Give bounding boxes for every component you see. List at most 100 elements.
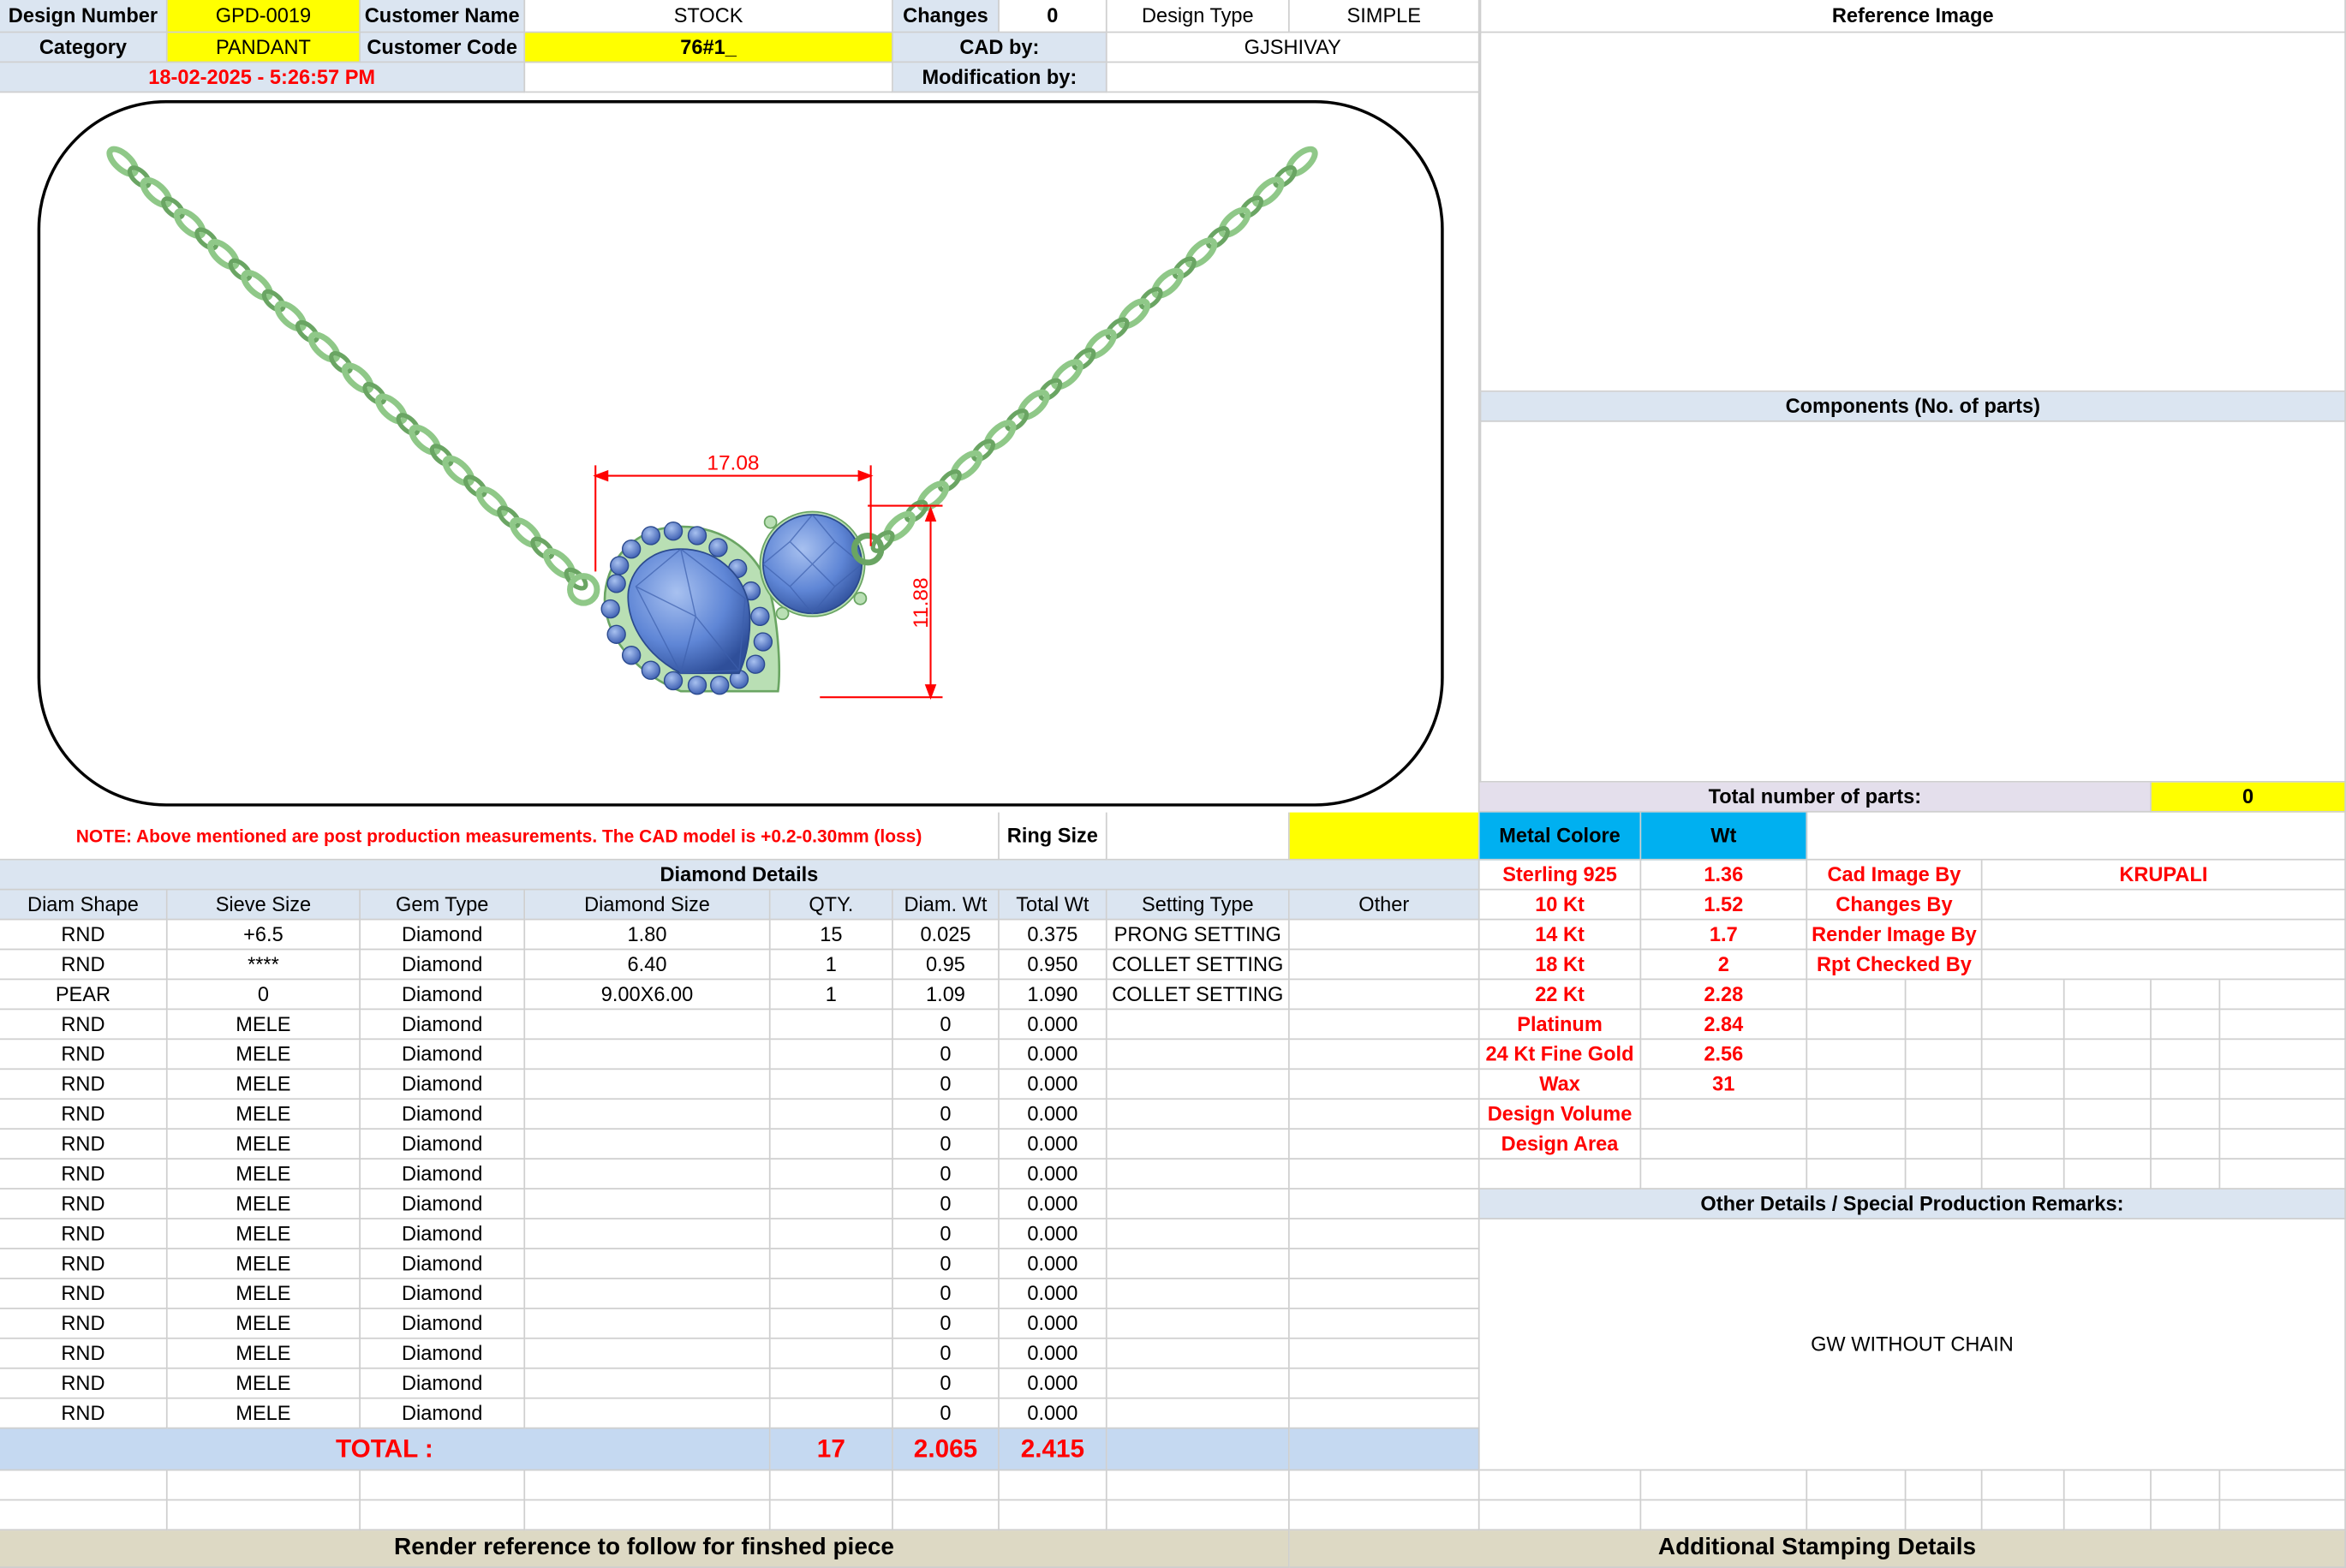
diamond-cell-setting-type[interactable] <box>1107 1130 1290 1160</box>
diamond-cell-qty[interactable] <box>770 1130 893 1160</box>
diamond-cell-diam-shape[interactable]: RND <box>0 1160 168 1189</box>
grid-cell[interactable] <box>2151 980 2221 1011</box>
diamond-cell-diam-wt[interactable]: 1.09 <box>892 980 1000 1011</box>
metal-weight[interactable] <box>1641 1130 1808 1160</box>
grid-cell[interactable] <box>2151 1070 2221 1100</box>
blank-cell[interactable] <box>1289 1500 1480 1531</box>
diamond-cell-diam-shape[interactable]: RND <box>0 1279 168 1309</box>
blank-cell[interactable] <box>2151 1470 2221 1501</box>
blank-cell[interactable] <box>999 1500 1107 1531</box>
metal-weight[interactable]: 2 <box>1641 950 1808 981</box>
diamond-cell-setting-type[interactable] <box>1107 1040 1290 1070</box>
diamond-cell-sieve-size[interactable]: MELE <box>167 1189 361 1219</box>
metal-blank-cell[interactable] <box>1479 1160 1642 1189</box>
diamond-cell-gem-type[interactable]: Diamond <box>360 1100 526 1130</box>
reference-image-area[interactable] <box>1479 33 2346 392</box>
diamond-cell-diam-shape[interactable]: RND <box>0 1040 168 1070</box>
diamond-cell-gem-type[interactable]: Diamond <box>360 950 526 981</box>
blank-cell[interactable] <box>2151 1500 2221 1531</box>
metal-weight[interactable]: 2.84 <box>1641 1010 1808 1040</box>
grid-cell[interactable] <box>1807 1100 1907 1130</box>
blank-cell[interactable] <box>1479 1470 1642 1501</box>
metal-weight[interactable] <box>1641 1100 1808 1130</box>
credit-value[interactable] <box>1982 890 2346 921</box>
grid-cell[interactable] <box>1906 1070 1983 1100</box>
diamond-cell-diam-shape[interactable]: RND <box>0 1398 168 1429</box>
metal-weight[interactable]: 31 <box>1641 1070 1808 1100</box>
grid-cell[interactable] <box>1807 1070 1907 1100</box>
diamond-cell-diam-wt[interactable]: 0 <box>892 1279 1000 1309</box>
grid-cell[interactable] <box>1906 1100 1983 1130</box>
blank-cell[interactable] <box>1479 1500 1642 1531</box>
diamond-cell-total-wt[interactable]: 0.000 <box>999 1189 1107 1219</box>
grid-cell[interactable] <box>1807 1040 1907 1070</box>
diamond-cell-gem-type[interactable]: Diamond <box>360 1368 526 1399</box>
diamond-cell-other[interactable] <box>1289 1338 1480 1369</box>
metal-weight[interactable]: 1.7 <box>1641 920 1808 951</box>
diamond-cell-qty[interactable]: 1 <box>770 950 893 981</box>
category-cell[interactable]: PANDANT <box>167 33 361 63</box>
grid-cell[interactable] <box>2220 980 2346 1011</box>
diamond-cell-diam-shape[interactable]: RND <box>0 1100 168 1130</box>
diamond-cell-total-wt[interactable]: 0.000 <box>999 1279 1107 1309</box>
diamond-cell-diamond-size[interactable] <box>525 1338 771 1369</box>
diamond-cell-diam-wt[interactable]: 0 <box>892 1189 1000 1219</box>
diamond-cell-gem-type[interactable]: Diamond <box>360 1279 526 1309</box>
diamond-cell-diamond-size[interactable] <box>525 1189 771 1219</box>
diamond-cell-qty[interactable] <box>770 1398 893 1429</box>
diamond-cell-sieve-size[interactable]: +6.5 <box>167 920 361 951</box>
diamond-cell-diam-shape[interactable]: RND <box>0 1309 168 1339</box>
grid-cell[interactable] <box>1982 1160 2065 1189</box>
grid-cell[interactable] <box>2151 1100 2221 1130</box>
diamond-cell-sieve-size[interactable]: MELE <box>167 1100 361 1130</box>
diamond-cell-setting-type[interactable] <box>1107 1398 1290 1429</box>
diamond-cell-total-wt[interactable]: 0.000 <box>999 1368 1107 1399</box>
diamond-cell-qty[interactable] <box>770 1040 893 1070</box>
blank-cell[interactable] <box>167 1500 361 1531</box>
diamond-cell-diam-shape[interactable]: RND <box>0 1130 168 1160</box>
blank-cell[interactable] <box>1906 1500 1983 1531</box>
diamond-cell-total-wt[interactable]: 0.000 <box>999 1398 1107 1429</box>
grid-cell[interactable] <box>2064 980 2152 1011</box>
diamond-cell-gem-type[interactable]: Diamond <box>360 1160 526 1189</box>
diamond-cell-qty[interactable] <box>770 1279 893 1309</box>
diamond-cell-diam-wt[interactable]: 0 <box>892 1160 1000 1189</box>
diamond-cell-sieve-size[interactable]: MELE <box>167 1040 361 1070</box>
grid-cell[interactable] <box>2064 1160 2152 1189</box>
blank-cell[interactable] <box>2064 1470 2152 1501</box>
blank-cell[interactable] <box>1906 1470 1983 1501</box>
blank-cell[interactable] <box>1982 1500 2065 1531</box>
grid-cell[interactable] <box>1982 1040 2065 1070</box>
metal-weight[interactable]: 2.56 <box>1641 1040 1808 1070</box>
blank-cell[interactable] <box>892 1500 1000 1531</box>
diamond-cell-setting-type[interactable] <box>1107 1309 1290 1339</box>
ring-size-cell[interactable] <box>1107 812 1290 861</box>
blank-cell[interactable] <box>770 1500 893 1531</box>
diamond-cell-total-wt[interactable]: 0.000 <box>999 1100 1107 1130</box>
diamond-cell-diam-shape[interactable]: RND <box>0 1249 168 1279</box>
diamond-cell-sieve-size[interactable]: MELE <box>167 1279 361 1309</box>
diamond-cell-diamond-size[interactable] <box>525 1219 771 1249</box>
diamond-cell-diam-wt[interactable]: 0 <box>892 1338 1000 1369</box>
diamond-cell-sieve-size[interactable]: MELE <box>167 1309 361 1339</box>
blank-cell[interactable] <box>2220 1470 2346 1501</box>
diamond-cell-diam-shape[interactable]: RND <box>0 950 168 981</box>
grid-cell[interactable] <box>1807 1160 1907 1189</box>
blank-cell[interactable] <box>892 1470 1000 1501</box>
diamond-cell-setting-type[interactable]: COLLET SETTING <box>1107 950 1290 981</box>
diamond-cell-sieve-size[interactable]: 0 <box>167 980 361 1011</box>
grid-cell[interactable] <box>2064 1010 2152 1040</box>
diamond-cell-qty[interactable] <box>770 1219 893 1249</box>
cad-by-cell[interactable]: GJSHIVAY <box>1107 33 1480 63</box>
grid-cell[interactable] <box>1982 1010 2065 1040</box>
customer-code-cell[interactable]: 76#1_ <box>525 33 893 63</box>
diamond-cell-setting-type[interactable] <box>1107 1160 1290 1189</box>
grid-cell[interactable] <box>1906 1010 1983 1040</box>
design-type-cell[interactable]: SIMPLE <box>1289 0 1480 33</box>
grid-cell[interactable] <box>1906 1040 1983 1070</box>
blank-cell[interactable] <box>1289 1470 1480 1501</box>
metal-weight[interactable]: 1.52 <box>1641 890 1808 921</box>
diamond-cell-setting-type[interactable]: COLLET SETTING <box>1107 980 1290 1011</box>
diamond-cell-other[interactable] <box>1289 1130 1480 1160</box>
diamond-cell-setting-type[interactable] <box>1107 1338 1290 1369</box>
